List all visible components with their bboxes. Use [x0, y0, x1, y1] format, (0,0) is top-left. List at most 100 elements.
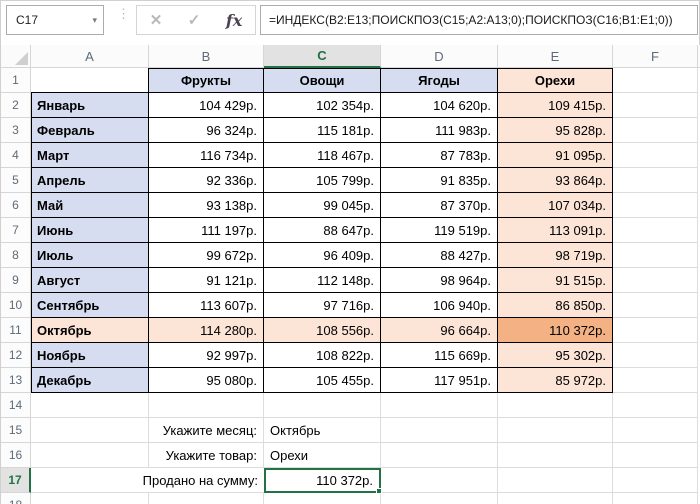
cell-empty[interactable]: [381, 443, 498, 468]
column-header-b[interactable]: B: [149, 45, 264, 68]
cell-value-berries[interactable]: 106 940р.: [381, 293, 498, 318]
row-header[interactable]: 2: [1, 93, 31, 118]
cell-product-input[interactable]: Орехи: [264, 443, 381, 468]
cell-empty[interactable]: [31, 443, 149, 468]
insert-function-icon[interactable]: fx: [226, 11, 242, 30]
cell-empty[interactable]: [31, 493, 149, 504]
cell-empty[interactable]: [613, 493, 698, 504]
cell-value-nuts[interactable]: 93 864р.: [498, 168, 613, 193]
cell-empty[interactable]: [613, 368, 698, 393]
row-header[interactable]: 14: [1, 393, 31, 418]
cell-value-berries[interactable]: 96 664р.: [381, 318, 498, 343]
cell-empty[interactable]: [613, 118, 698, 143]
header-berries[interactable]: Ягоды: [381, 68, 498, 93]
cell-empty[interactable]: [613, 443, 698, 468]
cell-value-vegetables[interactable]: 112 148р.: [264, 268, 381, 293]
name-box[interactable]: C17 ▾: [6, 5, 104, 35]
cell-value-fruits[interactable]: 116 734р.: [149, 143, 264, 168]
row-header[interactable]: 13: [1, 368, 31, 393]
column-header-d[interactable]: D: [381, 45, 498, 68]
row-header[interactable]: 10: [1, 293, 31, 318]
column-header-f[interactable]: F: [613, 45, 698, 68]
formula-input[interactable]: =ИНДЕКС(B2:E13;ПОИСКПОЗ(C15;A2:A13;0);ПО…: [260, 5, 698, 35]
label-month[interactable]: Укажите месяц:: [149, 418, 264, 443]
cell-value-berries[interactable]: 111 983р.: [381, 118, 498, 143]
select-all-corner[interactable]: [1, 45, 31, 68]
cell-empty[interactable]: [264, 493, 381, 504]
cell-empty[interactable]: [613, 293, 698, 318]
cell-value-fruits[interactable]: 104 429р.: [149, 93, 264, 118]
cell-value-vegetables[interactable]: 99 045р.: [264, 193, 381, 218]
cell-month[interactable]: Октябрь: [31, 318, 149, 343]
cell-empty[interactable]: [613, 143, 698, 168]
label-product[interactable]: Укажите товар:: [149, 443, 264, 468]
cell-empty[interactable]: [613, 343, 698, 368]
header-vegetables[interactable]: Овощи: [264, 68, 381, 93]
row-header[interactable]: 6: [1, 193, 31, 218]
cell-month[interactable]: Июль: [31, 243, 149, 268]
cell-empty[interactable]: [498, 393, 613, 418]
row-header[interactable]: 4: [1, 143, 31, 168]
cell-value-fruits[interactable]: 99 672р.: [149, 243, 264, 268]
row-header[interactable]: 9: [1, 268, 31, 293]
row-header[interactable]: 5: [1, 168, 31, 193]
cell-value-nuts[interactable]: 107 034р.: [498, 193, 613, 218]
cell-empty[interactable]: [31, 393, 149, 418]
cell-value-fruits[interactable]: 114 280р.: [149, 318, 264, 343]
cell-value-fruits[interactable]: 96 324р.: [149, 118, 264, 143]
cell-value-vegetables[interactable]: 105 799р.: [264, 168, 381, 193]
cell-empty[interactable]: [149, 393, 264, 418]
row-header[interactable]: 3: [1, 118, 31, 143]
cell-empty[interactable]: [613, 418, 698, 443]
cell-value-fruits[interactable]: 95 080р.: [149, 368, 264, 393]
cell-empty[interactable]: [381, 493, 498, 504]
fill-handle[interactable]: [376, 488, 382, 494]
name-box-dropdown-icon[interactable]: ▾: [92, 15, 97, 26]
enter-icon[interactable]: ✓: [188, 11, 201, 29]
cell-value-nuts[interactable]: 109 415р.: [498, 93, 613, 118]
cell-value-nuts-result[interactable]: 110 372р.: [498, 318, 613, 343]
cell-empty[interactable]: [498, 468, 613, 493]
cell-value-vegetables[interactable]: 115 181р.: [264, 118, 381, 143]
cell-empty[interactable]: [498, 443, 613, 468]
cell-value-berries[interactable]: 87 370р.: [381, 193, 498, 218]
cell-value-nuts[interactable]: 85 972р.: [498, 368, 613, 393]
cell-empty[interactable]: [613, 468, 698, 493]
cell-value-berries[interactable]: 104 620р.: [381, 93, 498, 118]
cell-month[interactable]: Ноябрь: [31, 343, 149, 368]
cell-empty[interactable]: [613, 318, 698, 343]
cell-empty[interactable]: [31, 418, 149, 443]
cell-empty[interactable]: [498, 493, 613, 504]
row-header[interactable]: 15: [1, 418, 31, 443]
cell-month[interactable]: Август: [31, 268, 149, 293]
cell-value-berries[interactable]: 117 951р.: [381, 368, 498, 393]
cell-value-berries[interactable]: 115 669р.: [381, 343, 498, 368]
cell-value-fruits[interactable]: 92 997р.: [149, 343, 264, 368]
cell-value-berries[interactable]: 119 519р.: [381, 218, 498, 243]
cell-empty[interactable]: [381, 418, 498, 443]
cell-value-vegetables[interactable]: 108 556р.: [264, 318, 381, 343]
cell-result-selected[interactable]: 110 372р.: [264, 468, 382, 494]
cell-month[interactable]: Февраль: [31, 118, 149, 143]
cell-value-vegetables[interactable]: 105 455р.: [264, 368, 381, 393]
cell-empty[interactable]: [381, 393, 498, 418]
cell-month[interactable]: Июнь: [31, 218, 149, 243]
column-header-c-selected[interactable]: C: [264, 45, 381, 68]
row-header[interactable]: 12: [1, 343, 31, 368]
cell-value-fruits[interactable]: 91 121р.: [149, 268, 264, 293]
cell-month[interactable]: Май: [31, 193, 149, 218]
cell-value-nuts[interactable]: 86 850р.: [498, 293, 613, 318]
cell-value-fruits[interactable]: 111 197р.: [149, 218, 264, 243]
cell-month-input[interactable]: Октябрь: [264, 418, 381, 443]
cell-value-vegetables[interactable]: 97 716р.: [264, 293, 381, 318]
header-nuts[interactable]: Орехи: [498, 68, 613, 93]
cell-empty[interactable]: [149, 493, 264, 504]
column-header-a[interactable]: A: [31, 45, 149, 68]
cell-empty[interactable]: [613, 243, 698, 268]
row-header[interactable]: 8: [1, 243, 31, 268]
cell-value-berries[interactable]: 98 964р.: [381, 268, 498, 293]
cell-empty[interactable]: [264, 393, 381, 418]
cell-value-berries[interactable]: 91 835р.: [381, 168, 498, 193]
column-header-e[interactable]: E: [498, 45, 613, 68]
cell-value-berries[interactable]: 87 783р.: [381, 143, 498, 168]
